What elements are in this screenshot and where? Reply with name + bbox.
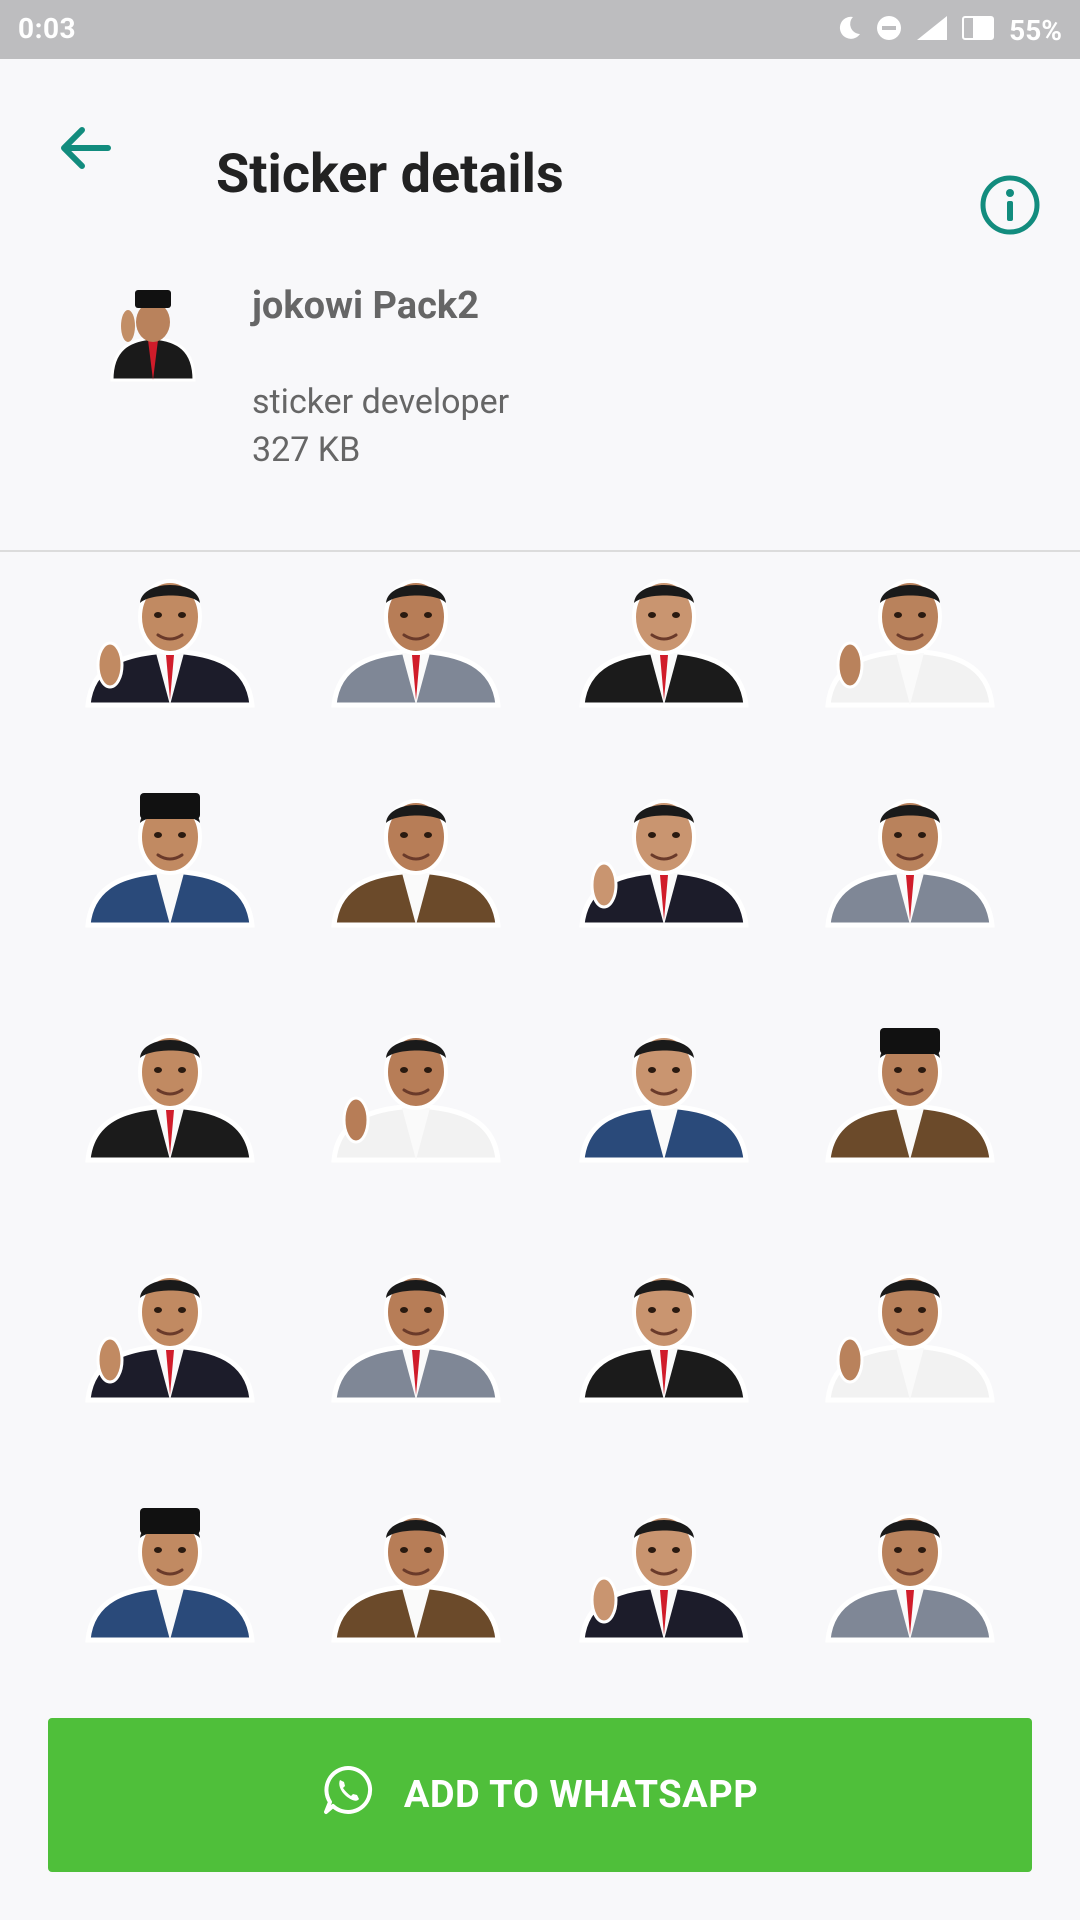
pack-size: 327 KB: [252, 430, 361, 470]
pack-name: jokowi Pack2: [252, 284, 480, 328]
tray-icon: [108, 280, 198, 385]
sticker-pointing-smile[interactable]: [70, 555, 270, 715]
info-button[interactable]: [975, 172, 1045, 242]
status-bar: 0:03 55%: [0, 0, 1080, 59]
sticker-denim-jacket[interactable]: [70, 1250, 270, 1410]
pack-publisher: sticker developer: [252, 382, 510, 422]
sticker-grid: [0, 550, 1080, 1680]
add-to-whatsapp-button[interactable]: ADD TO WHATSAPP: [48, 1718, 1032, 1872]
whatsapp-icon: [322, 1764, 374, 1826]
sticker-batik-gesture[interactable]: [564, 1490, 764, 1650]
do-not-disturb-icon: [875, 14, 903, 46]
sticker-white-shirt-clapping[interactable]: [564, 775, 764, 935]
back-button[interactable]: [50, 115, 120, 185]
page-title: Sticker details: [216, 143, 564, 206]
add-button-label: ADD TO WHATSAPP: [403, 1773, 759, 1817]
sticker-holding-phone[interactable]: [316, 1490, 516, 1650]
sticker-hand-on-head[interactable]: [564, 1010, 764, 1170]
info-icon: [979, 174, 1041, 240]
sticker-chin-on-hand-laugh[interactable]: [810, 1250, 1010, 1410]
sticker-ok-gesture-batik[interactable]: [316, 775, 516, 935]
status-icons: 55%: [835, 10, 1062, 50]
status-time: 0:03: [18, 12, 77, 45]
sticker-peci-cap-portrait[interactable]: [70, 775, 270, 935]
sticker-looking-up[interactable]: [316, 1010, 516, 1170]
sticker-peci-smile[interactable]: [810, 1010, 1010, 1170]
sticker-thinking-batik[interactable]: [564, 1250, 764, 1410]
battery-percent: 55%: [1009, 13, 1062, 47]
sticker-finger-point[interactable]: [316, 1250, 516, 1410]
pack-header: jokowi Pack2 sticker developer 327 KB: [0, 260, 1080, 550]
sticker-salute-peci[interactable]: [70, 1490, 270, 1650]
moon-icon: [835, 14, 863, 46]
cell-signal-icon: [915, 14, 949, 46]
sticker-grey-suit-serious[interactable]: [316, 555, 516, 715]
battery-icon: [961, 14, 997, 46]
sticker-smile-closeup[interactable]: [564, 555, 764, 715]
sticker-thumbs-up-microphone[interactable]: [810, 555, 1010, 715]
arrow-left-icon: [58, 124, 112, 176]
sticker-salute-waving[interactable]: [810, 775, 1010, 935]
sticker-pout-closeup[interactable]: [70, 1010, 270, 1170]
sticker-hands-clasped[interactable]: [810, 1490, 1010, 1650]
app-bar: Sticker details: [0, 59, 1080, 235]
